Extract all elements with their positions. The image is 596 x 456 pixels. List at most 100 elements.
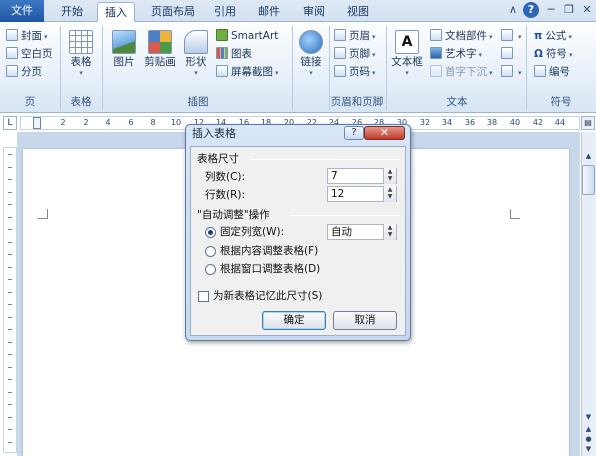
shapes-icon <box>184 30 208 54</box>
equation-button[interactable]: π 公式 ▾ <box>534 28 572 45</box>
blank-page-icon <box>6 47 18 59</box>
collapse-ribbon-icon[interactable]: ∧ <box>505 2 521 18</box>
ruler-tick-mark <box>8 279 12 280</box>
remember-size-checkbox[interactable] <box>198 291 209 302</box>
wordart-button[interactable]: 艺术字 ▾ <box>430 46 482 63</box>
next-page-icon[interactable]: ▼ <box>582 444 595 455</box>
ruler-tick-mark <box>8 291 12 293</box>
tab-mailings[interactable]: 邮件 <box>252 2 286 22</box>
clip-art-button[interactable]: 剪贴画 <box>143 30 177 69</box>
ruler-tick-mark <box>8 404 12 405</box>
tab-file[interactable]: 文件 <box>0 0 44 22</box>
table-button[interactable]: 表格 ▾ <box>64 30 98 78</box>
dialog-close-icon[interactable]: ✕ <box>364 126 405 140</box>
quick-parts-button[interactable]: 文档部件 ▾ <box>430 28 493 45</box>
ruler-tick-mark <box>8 391 12 393</box>
group-label-pages: 页 <box>24 96 36 108</box>
scroll-down-icon[interactable]: ▼ <box>582 410 595 424</box>
ruler-tick-label: 42 <box>532 118 544 127</box>
tab-home[interactable]: 开始 <box>55 2 89 22</box>
drop-cap-button[interactable]: 首字下沉 ▾ <box>430 64 493 81</box>
cover-page-button[interactable]: 封面 ▾ <box>6 28 48 45</box>
ruler-tick-label: 10 <box>170 118 182 127</box>
restore-icon[interactable]: ❐ <box>561 2 577 18</box>
dialog-help-icon[interactable]: ? <box>344 126 364 140</box>
fixed-width-label: 固定列宽(W): <box>220 226 285 238</box>
chevron-down-icon: ▾ <box>405 69 409 77</box>
signature-line-button[interactable]: ▾ <box>501 28 522 45</box>
page-break-icon <box>6 65 18 77</box>
close-icon[interactable]: ✕ <box>579 2 595 18</box>
group-separator <box>60 26 61 110</box>
remember-size-label: 为新表格记忆此尺寸(S) <box>213 290 323 302</box>
scroll-thumb[interactable] <box>582 165 595 195</box>
tab-review[interactable]: 审阅 <box>297 2 331 22</box>
select-browse-object-icon[interactable]: ● <box>582 435 595 444</box>
wordart-icon <box>430 47 442 59</box>
view-ruler-icon[interactable]: ▤ <box>581 116 595 130</box>
autofit-window-radio[interactable] <box>205 264 216 275</box>
ruler-tick-label: 36 <box>464 118 476 127</box>
textbox-button[interactable]: A 文本框 ▾ <box>389 30 425 78</box>
chevron-down-icon: ▾ <box>518 69 522 77</box>
chevron-down-icon: ▾ <box>44 33 48 41</box>
chevron-down-icon: ▾ <box>194 69 198 77</box>
autofit-contents-radio[interactable] <box>205 246 216 257</box>
ruler-tick-mark <box>8 416 12 418</box>
columns-stepper[interactable]: ▲ ▼ <box>383 168 396 184</box>
smartart-button[interactable]: SmartArt <box>216 28 278 45</box>
cancel-button[interactable]: 取消 <box>333 311 397 330</box>
tab-page-layout[interactable]: 页面布局 <box>143 2 203 22</box>
object-button[interactable]: ▾ <box>501 64 522 81</box>
page-break-button[interactable]: 分页 <box>6 64 42 81</box>
group-separator <box>386 26 387 110</box>
indent-marker[interactable] <box>33 117 41 129</box>
group-label-illustrations: 插图 <box>187 96 209 108</box>
rows-stepper[interactable]: ▲ ▼ <box>383 186 396 202</box>
shapes-button[interactable]: 形状 ▾ <box>180 30 212 78</box>
table-size-group-label: 表格尺寸 <box>197 153 239 165</box>
ruler-tick-mark <box>8 216 12 218</box>
tab-insert[interactable]: 插入 <box>97 2 135 23</box>
ruler-tick-mark <box>8 254 12 255</box>
fixed-width-radio[interactable] <box>205 227 216 238</box>
ruler-tick-mark <box>8 166 12 168</box>
chart-icon <box>216 47 228 59</box>
picture-button[interactable]: 图片 <box>108 30 140 69</box>
symbol-button[interactable]: Ω 符号 ▾ <box>534 46 572 63</box>
chevron-down-icon: ▾ <box>568 51 573 59</box>
chevron-down-icon: ▾ <box>309 69 313 77</box>
minimize-icon[interactable]: ─ <box>543 2 559 18</box>
ruler-tick-mark <box>8 366 12 368</box>
ruler-tick-mark <box>8 354 12 355</box>
footer-button[interactable]: 页脚 ▾ <box>334 46 376 63</box>
ruler-tick-label: 38 <box>486 118 498 127</box>
header-button[interactable]: 页眉 ▾ <box>334 28 376 45</box>
ruler-tick-label: 32 <box>419 118 431 127</box>
ruler-tick-mark <box>8 154 12 155</box>
chevron-down-icon: ▾ <box>372 69 376 77</box>
tab-view[interactable]: 视图 <box>341 2 375 22</box>
number-button[interactable]: 编号 <box>534 64 570 81</box>
group-label-header-footer: 页眉和页脚 <box>330 96 384 108</box>
previous-page-icon[interactable]: ▲ <box>582 424 595 435</box>
scroll-up-icon[interactable]: ▲ <box>582 149 595 163</box>
smartart-icon <box>216 29 228 41</box>
page-number-button[interactable]: 页码 ▾ <box>334 64 376 81</box>
tab-selector-icon[interactable]: L <box>3 116 17 130</box>
link-icon <box>299 30 323 54</box>
date-time-button[interactable] <box>501 46 516 63</box>
blank-page-button[interactable]: 空白页 <box>6 46 53 63</box>
tab-references[interactable]: 引用 <box>208 2 242 22</box>
ok-button[interactable]: 确定 <box>262 311 326 330</box>
fixed-width-stepper[interactable]: ▲ ▼ <box>383 224 396 240</box>
links-button[interactable]: 链接 ▾ <box>294 30 328 78</box>
help-icon[interactable]: ? <box>523 2 539 18</box>
chart-button[interactable]: 图表 <box>216 46 252 63</box>
ruler-tick-label: 2 <box>83 118 89 127</box>
screenshot-button[interactable]: 屏幕截图 ▾ <box>216 64 279 81</box>
vertical-ruler[interactable] <box>3 147 17 453</box>
columns-label: 列数(C): <box>205 171 246 183</box>
ruler-tick-mark <box>8 266 12 268</box>
ruler-tick-mark <box>8 429 12 430</box>
